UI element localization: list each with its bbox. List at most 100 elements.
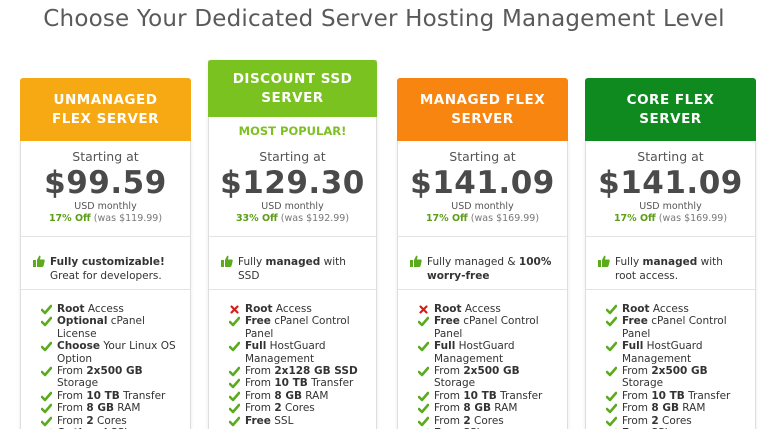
feature-bold: 10 TB	[463, 389, 497, 402]
highlight-text: Great for developers.	[50, 270, 162, 282]
feature-text: Cores	[93, 414, 127, 427]
feature-item: From 2 Cores	[606, 415, 751, 427]
feature-prefix: From	[434, 365, 464, 378]
feature-item: Root Access	[229, 303, 372, 315]
feature-bold: Free	[434, 315, 460, 328]
original-price: (was $169.99)	[658, 213, 728, 224]
check-icon	[418, 416, 429, 426]
feature-bold: Free	[245, 315, 271, 328]
feature-prefix: From	[245, 377, 275, 390]
feature-bold: 8 GB	[274, 389, 302, 402]
discount-percent: 17% Off	[425, 213, 468, 224]
check-icon	[41, 317, 52, 327]
feature-text: Access	[272, 303, 312, 315]
plan-name: UNMANAGED FLEX SERVER	[51, 91, 160, 127]
feature-text: Cores	[281, 402, 315, 415]
plan-header[interactable]: CORE FLEX SERVER	[585, 78, 756, 141]
highlight-pre: Fully managed &	[427, 256, 519, 268]
feature-item: Full HostGuard Management	[229, 340, 372, 365]
check-icon	[229, 391, 240, 402]
feature-text: RAM	[113, 402, 141, 415]
feature-text: SSL	[270, 414, 294, 427]
plan-price: $129.30	[220, 165, 365, 201]
feature-item: Choose Your Linux OS Option	[41, 340, 186, 365]
feature-prefix: From	[434, 402, 464, 415]
plan-name: MANAGED FLEX SERVER	[419, 91, 546, 127]
feature-text: RAM	[678, 402, 706, 415]
feature-text: Storage	[434, 377, 476, 390]
plan-highlight: Fully managed & 100% worry-free	[410, 255, 559, 283]
feature-item: From 8 GB RAM	[606, 402, 751, 414]
starting-label: Starting at	[259, 149, 326, 164]
feature-bold: 10 TB	[86, 389, 120, 402]
divider	[398, 289, 567, 290]
feature-item: From 2x500 GB Storage	[41, 365, 186, 390]
feature-text: Access	[461, 303, 501, 315]
check-icon	[41, 304, 52, 315]
feature-item: From 2 Cores	[229, 402, 372, 414]
divider	[21, 289, 190, 290]
discount-percent: 33% Off	[235, 213, 278, 224]
feature-item: Full HostGuard Management	[606, 340, 751, 365]
plan-header[interactable]: MANAGED FLEX SERVER	[397, 78, 568, 141]
original-price: (was $169.99)	[470, 213, 540, 224]
feature-item: From 8 GB RAM	[41, 402, 186, 414]
feature-item: Root Access	[606, 303, 751, 315]
plan-price: $141.09	[410, 165, 555, 201]
feature-bold: Root	[245, 303, 273, 315]
feature-bold: 2	[651, 414, 659, 427]
plan-highlight: Fully managed with root access.	[598, 255, 747, 283]
feature-text: Cores	[470, 414, 504, 427]
feature-text: Transfer	[307, 377, 354, 390]
plan-name: CORE FLEX SERVER	[626, 91, 715, 127]
feature-item: Root Access	[41, 303, 186, 315]
original-price: (was $119.99)	[93, 213, 163, 224]
plan-cards: UNMANAGED FLEX SERVER Starting at $99.59…	[0, 0, 768, 429]
check-icon	[41, 403, 52, 414]
feature-prefix: From	[622, 365, 652, 378]
feature-item: From 2 Cores	[418, 415, 563, 427]
check-icon	[606, 403, 617, 414]
feature-prefix: From	[622, 402, 652, 415]
check-icon	[229, 416, 240, 426]
feature-bold: 2x500 GB	[86, 365, 143, 378]
plan-price: $99.59	[44, 165, 167, 201]
thumbs-up-icon	[33, 255, 45, 267]
feature-item: From 10 TB Transfer	[418, 390, 563, 402]
thumbs-up-icon	[410, 255, 422, 267]
feature-bold: 10 TB	[274, 377, 308, 390]
feature-prefix: From	[245, 365, 275, 378]
feature-list: Root Access Free cPanel Control Panel Full…	[606, 303, 751, 429]
original-price: (was $192.99)	[280, 213, 350, 224]
feature-item: From 2x500 GB Storage	[606, 365, 751, 390]
plan-header[interactable]: UNMANAGED FLEX SERVER	[20, 78, 191, 141]
check-icon	[41, 366, 52, 377]
check-icon	[418, 366, 429, 377]
feature-text: Access	[84, 303, 124, 315]
feature-bold: Free	[245, 414, 271, 427]
feature-bold: Root	[434, 303, 462, 315]
check-icon	[606, 416, 617, 426]
check-icon	[418, 317, 429, 327]
check-icon	[229, 317, 240, 327]
highlight-bold: managed	[265, 256, 321, 268]
plan-card-managed: MANAGED FLEX SERVER Starting at $141.09 …	[397, 78, 568, 429]
feature-text: Transfer	[684, 389, 731, 402]
discount-note: 33% Off (was $192.99)	[209, 213, 376, 224]
feature-list: Root Access Free cPanel Control Panel Full…	[229, 303, 372, 427]
feature-prefix: From	[434, 414, 464, 427]
plan-header[interactable]: DISCOUNT SSD SERVER	[208, 60, 377, 117]
price-period: USD monthly	[74, 201, 137, 212]
feature-item: From 8 GB RAM	[418, 402, 563, 414]
thumbs-up-icon	[598, 255, 610, 267]
feature-list: Root Access Free cPanel Control Panel Full…	[418, 303, 563, 429]
feature-bold: Choose	[57, 340, 100, 353]
feature-item: From 10 TB Transfer	[41, 390, 186, 402]
discount-percent: 17% Off	[48, 213, 91, 224]
feature-bold: Full	[434, 340, 456, 353]
check-icon	[41, 416, 52, 426]
check-icon	[606, 341, 617, 352]
plan-highlight: Fully managed with SSD	[221, 255, 368, 283]
cross-icon	[419, 305, 428, 314]
price-period: USD monthly	[639, 201, 702, 212]
